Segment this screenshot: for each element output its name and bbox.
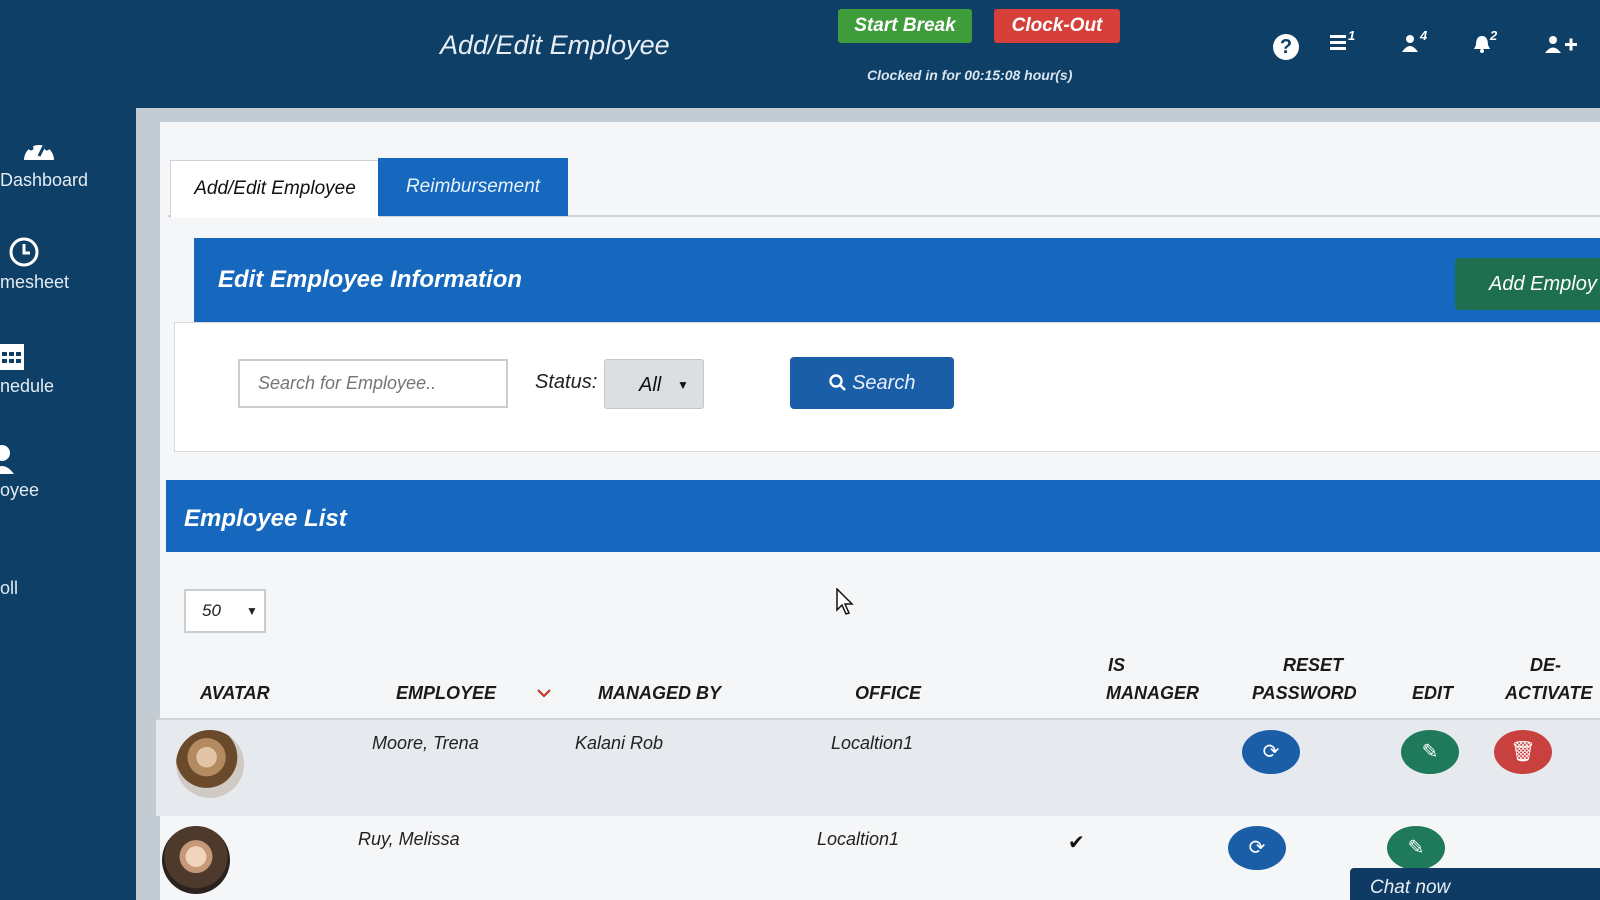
col-managed-by: MANAGED BY <box>598 683 722 703</box>
col-is-manager-line1: IS <box>1108 655 1126 675</box>
reset-password-button[interactable]: ⟳ <box>1242 730 1300 774</box>
edit-icon: ✎ <box>1407 837 1425 859</box>
edit-section-title: Edit Employee Information <box>218 266 523 293</box>
bell-badge: 2 <box>1490 28 1498 43</box>
col-reset-line1: RESET <box>1283 655 1344 675</box>
avatar <box>176 730 244 798</box>
office: Localtion1 <box>831 733 914 753</box>
users-badge: 4 <box>1420 28 1428 43</box>
dashboard-icon <box>22 134 56 169</box>
edit-icon: ✎ <box>1421 741 1439 763</box>
clock-icon <box>8 236 40 275</box>
search-employee-input[interactable] <box>238 359 508 408</box>
status-label: Status: <box>535 371 598 393</box>
add-employee-button[interactable]: Add Employ <box>1455 258 1600 310</box>
employee-name: Ruy, Melissa <box>358 829 460 849</box>
deactivate-button[interactable]: 🗑 <box>1494 730 1552 774</box>
tab-reimbursement[interactable]: Reimbursement <box>378 158 568 216</box>
col-office: OFFICE <box>855 683 921 703</box>
col-edit: EDIT <box>1412 683 1454 703</box>
tab-add-edit-employee[interactable]: Add/Edit Employee <box>170 160 380 218</box>
chat-now-button[interactable]: Chat now <box>1350 868 1600 900</box>
is-manager-check-icon: ✔ <box>1068 832 1085 854</box>
caret-down-icon: ▼ <box>246 604 258 618</box>
top-bar: Add/Edit Employee Start Break Clock-Out … <box>0 0 1600 108</box>
sidebar-item-label: oyee <box>0 480 40 500</box>
sidebar: Dashboard mesheet nedule oyee oll <box>0 108 140 900</box>
col-deactivate-line2: ACTIVATE <box>1505 683 1593 703</box>
trash-icon: 🗑 <box>1510 741 1536 763</box>
col-reset-line2: PASSWORD <box>1252 683 1357 703</box>
sidebar-item-label: nedule <box>0 376 55 396</box>
help-icon[interactable]: ? <box>1273 34 1299 60</box>
search-button-label: Search <box>852 372 916 394</box>
tasks-badge: 1 <box>1348 28 1356 43</box>
avatar <box>162 826 230 894</box>
refresh-icon: ⟳ <box>1248 837 1266 859</box>
bell-icon[interactable]: 2 <box>1472 28 1497 64</box>
clock-out-button[interactable]: Clock-Out <box>994 9 1120 43</box>
employee-list-title: Employee List <box>184 505 347 532</box>
page-title: Add/Edit Employee <box>440 30 670 60</box>
sidebar-item-label: oll <box>0 578 19 598</box>
reset-password-button[interactable]: ⟳ <box>1228 826 1286 870</box>
sidebar-item-schedule[interactable]: nedule <box>0 340 140 400</box>
sidebar-item-label: mesheet <box>0 272 70 292</box>
refresh-icon: ⟳ <box>1262 741 1280 763</box>
start-break-button[interactable]: Start Break <box>838 9 972 43</box>
per-page-value: 50 <box>202 601 221 620</box>
col-employee[interactable]: EMPLOYEE <box>396 680 496 707</box>
search-button[interactable]: Search <box>790 357 954 409</box>
edit-button[interactable]: ✎ <box>1401 730 1459 774</box>
per-page-select[interactable]: 50 ▼ <box>184 589 266 633</box>
sidebar-item-dashboard[interactable]: Dashboard <box>0 134 140 194</box>
users-icon[interactable]: 4 <box>1402 28 1427 64</box>
user-icon <box>0 444 16 483</box>
caret-down-icon: ▼ <box>677 378 689 392</box>
col-deactivate-line1: DE- <box>1530 655 1561 675</box>
status-select[interactable]: All ▼ <box>604 359 704 409</box>
sidebar-item-payroll[interactable]: oll <box>0 578 140 608</box>
sidebar-item-employee[interactable]: oyee <box>0 444 140 504</box>
mouse-cursor-icon <box>836 588 854 615</box>
office: Localtion1 <box>817 829 900 849</box>
edit-button[interactable]: ✎ <box>1387 826 1445 870</box>
col-avatar: AVATAR <box>200 683 270 703</box>
add-user-icon[interactable] <box>1545 34 1581 64</box>
calendar-icon <box>0 340 26 379</box>
sidebar-item-label: Dashboard <box>0 170 89 190</box>
clocked-in-status: Clocked in for 00:15:08 hour(s) <box>867 67 1073 83</box>
employee-list-header <box>166 480 1600 552</box>
sidebar-item-timesheet[interactable]: mesheet <box>0 236 140 296</box>
sort-chevron-icon[interactable] <box>537 680 551 707</box>
search-icon <box>828 372 853 394</box>
employee-name: Moore, Trena <box>372 733 479 753</box>
tasks-icon[interactable]: 1 <box>1330 28 1355 64</box>
col-is-manager-line2: MANAGER <box>1106 683 1199 703</box>
status-select-value: All <box>639 374 662 396</box>
managed-by: Kalani Rob <box>575 733 664 753</box>
